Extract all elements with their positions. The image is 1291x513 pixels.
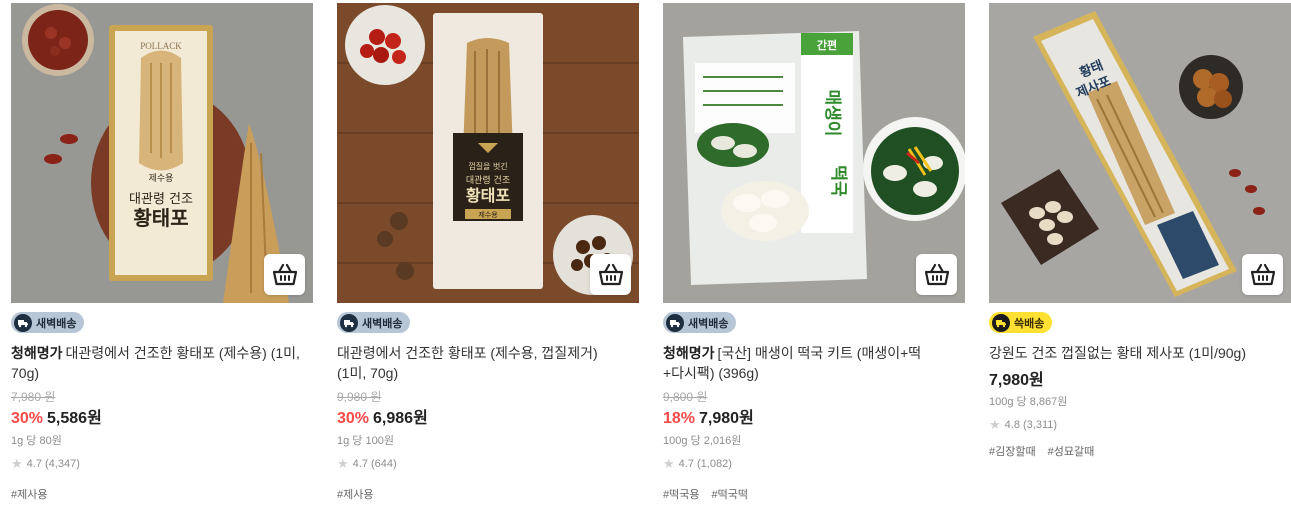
original-price: 9,800 원 — [663, 389, 708, 404]
package-label-2: 매생이 — [822, 90, 842, 137]
rating-value: 4.7 (1,082) — [678, 457, 732, 470]
star-icon: ★ — [663, 456, 675, 471]
price-row: 18% 7,980원 — [663, 409, 965, 429]
add-to-cart-button[interactable] — [590, 254, 631, 295]
product-grid: POLLACK 제수용 대관령 건조 황태포 새벽배송 청해명가 대관령에서 건… — [0, 0, 1291, 513]
add-to-cart-button[interactable] — [916, 254, 957, 295]
delivery-badge: 쓱배송 — [989, 312, 1053, 333]
rating: ★ 4.7 (4,347) — [11, 457, 313, 471]
product-image[interactable]: 껍질을 벗긴 대관령 건조 황태포 제수용 — [337, 3, 639, 303]
product-brand: 청해명가 — [663, 344, 715, 361]
delivery-badge-label: 새벽배송 — [36, 317, 77, 330]
truck-icon — [666, 313, 684, 332]
product-brand: 청해명가 — [11, 344, 63, 361]
add-to-cart-button[interactable] — [264, 254, 305, 295]
product-card[interactable]: 껍질을 벗긴 대관령 건조 황태포 제수용 새벽배송 대관령에서 건조한 황태포… — [337, 3, 639, 501]
product-card[interactable]: 황태 제사포 쓱배송 강원도 건조 껍질없는 황태 제사포 (1미/90g) 7… — [989, 3, 1291, 458]
product-name: 강원도 건조 껍질없는 황태 제사포 (1미/90g) — [989, 344, 1247, 361]
tag-list: #제사용 — [11, 486, 313, 501]
package-label-1: 간편 — [817, 38, 837, 52]
price-row: 7,980원 — [989, 371, 1291, 391]
rating-value: 4.8 (3,311) — [1004, 418, 1058, 431]
product-title[interactable]: 청해명가 대관령에서 건조한 황태포 (제수용) (1미, 70g) — [11, 343, 301, 383]
package-label-1: 껍질을 벗긴 — [468, 161, 507, 171]
basket-icon — [1250, 263, 1275, 285]
delivery-badge-label: 새벽배송 — [362, 317, 403, 330]
rating-value: 4.7 (4,347) — [26, 457, 80, 470]
basket-icon — [598, 263, 623, 285]
product-image[interactable]: POLLACK 제수용 대관령 건조 황태포 — [11, 3, 313, 303]
sale-price: 7,980원 — [699, 409, 754, 427]
truck-icon — [14, 313, 32, 332]
product-title[interactable]: 청해명가 [국산] 매생이 떡국 키트 (매생이+떡+다시팩) (396g) — [663, 343, 953, 383]
package-label-3: 떡국 — [828, 165, 848, 197]
tag[interactable]: #성묘갈때 — [1048, 446, 1095, 458]
package-label-4: 제수용 — [478, 211, 498, 219]
tag[interactable]: #떡국떡 — [711, 489, 747, 501]
original-price: 7,980 원 — [11, 389, 56, 404]
product-title[interactable]: 대관령에서 건조한 황태포 (제수용, 껍질제거) (1미, 70g) — [337, 343, 627, 383]
tag[interactable]: #제사용 — [11, 489, 47, 501]
rating: ★ 4.7 (1,082) — [663, 457, 965, 471]
price-row: 30% 6,986원 — [337, 409, 639, 429]
basket-icon — [924, 263, 949, 285]
delivery-badge: 새벽배송 — [663, 312, 737, 333]
package-label-3: 황태포 — [466, 186, 510, 205]
truck-icon — [992, 313, 1010, 332]
tag-list: #김장할때 #성묘갈때 — [989, 443, 1291, 458]
product-image[interactable]: 간편 매생이 떡국 — [663, 3, 965, 303]
delivery-badge-label: 쓱배송 — [1014, 317, 1045, 330]
product-name: 대관령에서 건조한 황태포 (제수용, 껍질제거) (1미, 70g) — [337, 344, 598, 381]
product-card[interactable]: 간편 매생이 떡국 새벽배송 청해명가 [국산] 매생이 떡국 키트 (매생이+… — [663, 3, 965, 501]
unit-price: 1g 당 100원 — [337, 434, 394, 447]
unit-price: 1g 당 80원 — [11, 434, 62, 447]
tag[interactable]: #제사용 — [337, 489, 373, 501]
tag[interactable]: #김장할때 — [989, 446, 1036, 458]
tag-list: #제사용 — [337, 486, 639, 501]
unit-price: 100g 당 8,867원 — [989, 395, 1068, 408]
rating-value: 4.7 (644) — [352, 457, 397, 470]
rating: ★ 4.8 (3,311) — [989, 418, 1291, 432]
original-price: 9,980 원 — [337, 389, 382, 404]
delivery-badge: 새벽배송 — [337, 312, 411, 333]
package-label-3: 대관령 건조 — [129, 192, 193, 207]
discount-rate: 18% — [663, 409, 696, 427]
tag-list: #떡국용 #떡국떡 — [663, 486, 965, 501]
sale-price: 7,980원 — [989, 371, 1044, 389]
package-label-2: 제수용 — [149, 173, 174, 184]
package-label-2: 대관령 건조 — [466, 174, 510, 186]
star-icon: ★ — [337, 456, 349, 471]
discount-rate: 30% — [337, 409, 370, 427]
product-title[interactable]: 강원도 건조 껍질없는 황태 제사포 (1미/90g) — [989, 343, 1279, 363]
tag[interactable]: #떡국용 — [663, 489, 699, 501]
add-to-cart-button[interactable] — [1242, 254, 1283, 295]
star-icon: ★ — [11, 456, 23, 471]
delivery-badge: 새벽배송 — [11, 312, 85, 333]
unit-price: 100g 당 2,016원 — [663, 434, 742, 447]
product-image[interactable]: 황태 제사포 — [989, 3, 1291, 303]
sale-price: 5,586원 — [47, 409, 102, 427]
basket-icon — [272, 263, 297, 285]
price-row: 30% 5,586원 — [11, 409, 313, 429]
package-label-4: 황태포 — [133, 206, 188, 230]
delivery-badge-label: 새벽배송 — [688, 317, 729, 330]
discount-rate: 30% — [11, 409, 44, 427]
sale-price: 6,986원 — [373, 409, 428, 427]
rating: ★ 4.7 (644) — [337, 457, 639, 471]
truck-icon — [340, 313, 358, 332]
star-icon: ★ — [989, 417, 1001, 432]
product-card[interactable]: POLLACK 제수용 대관령 건조 황태포 새벽배송 청해명가 대관령에서 건… — [11, 3, 313, 501]
package-label-1: POLLACK — [140, 41, 182, 51]
